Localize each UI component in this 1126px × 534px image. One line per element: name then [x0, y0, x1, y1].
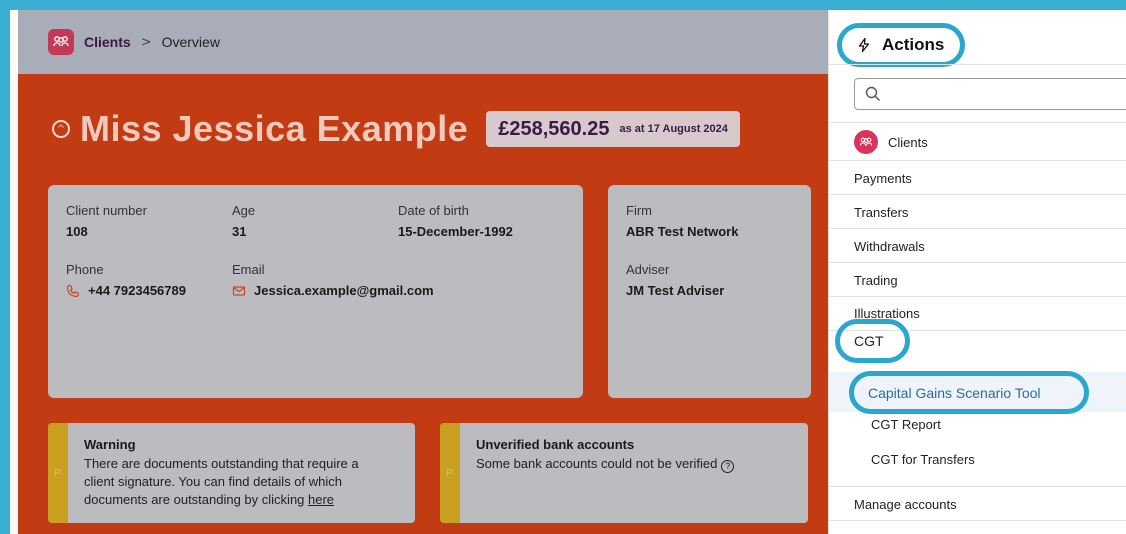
divider [829, 228, 1126, 229]
dob-field: Date of birth 15-December-1992 [398, 203, 513, 239]
adviser-label: Adviser [626, 262, 670, 277]
warning-here-link[interactable]: here [308, 492, 334, 507]
portfolio-value: £258,560.25 [498, 117, 610, 140]
breadcrumb-clients-link[interactable]: Clients [84, 34, 131, 50]
warning-line-3: documents are outstanding by clicking [84, 492, 309, 507]
age-value: 31 [232, 224, 247, 239]
client-number-label: Client number [66, 203, 147, 218]
help-icon[interactable]: ? [721, 460, 735, 473]
lightning-icon [858, 37, 870, 53]
client-header: ^ Miss Jessica Example £258,560.25 as at… [52, 108, 740, 150]
email-field: Email Jessica.example@gmail.com [232, 262, 434, 298]
menu-item-trading[interactable]: Trading [854, 273, 898, 288]
divider [829, 160, 1126, 161]
bank-alert-text: Some bank accounts could not be verified [476, 456, 718, 471]
menu-item-manage-accounts[interactable]: Manage accounts [854, 497, 957, 512]
menu-item-withdrawals[interactable]: Withdrawals [854, 239, 925, 254]
email-value-row: Jessica.example@gmail.com [232, 283, 434, 298]
divider [829, 122, 1126, 123]
client-overview-main: Clients > Overview ^ Miss Jessica Exampl… [18, 10, 828, 534]
actions-title: Actions [882, 35, 945, 54]
client-name: Miss Jessica Example [80, 108, 469, 149]
warning-title: Warning [84, 437, 136, 452]
clients-icon [854, 130, 878, 154]
divider [829, 262, 1126, 263]
flag-icon: ⚐ [53, 467, 63, 479]
client-number-value: 108 [66, 224, 88, 239]
phone-field: Phone +44 7923456789 [66, 262, 186, 298]
menu-item-payments[interactable]: Payments [854, 171, 912, 186]
actions-search[interactable] [854, 78, 1126, 110]
search-input[interactable] [889, 80, 1119, 108]
portfolio-value-date: as at 17 August 2024 [619, 123, 728, 135]
search-icon [865, 86, 880, 101]
portfolio-value-badge: £258,560.25 as at 17 August 2024 [486, 111, 740, 147]
breadcrumb-current-page: Overview [161, 34, 220, 50]
actions-clients-item[interactable]: Clients [854, 130, 928, 154]
actions-clients-label: Clients [888, 134, 928, 150]
divider [829, 64, 1126, 65]
menu-item-cgt-report[interactable]: CGT Report [871, 417, 941, 432]
divider [829, 520, 1126, 521]
warning-alert: ⚐ Warning There are documents outstandin… [48, 423, 415, 523]
actions-header: Actions [837, 23, 965, 67]
menu-item-capital-gains-scenario-tool[interactable]: Capital Gains Scenario Tool [849, 371, 1089, 414]
email-label: Email [232, 262, 265, 277]
breadcrumb-separator: > [140, 34, 152, 50]
warning-line-2: client signature. You can find details o… [84, 474, 343, 489]
warning-line-1: There are documents outstanding that req… [84, 456, 359, 471]
warning-stripe: ⚐ [48, 423, 68, 523]
firm-card: Firm ABR Test Network Adviser JM Test Ad… [608, 185, 811, 398]
adviser-field: Adviser JM Test Adviser [626, 262, 724, 298]
dob-value: 15-December-1992 [398, 224, 513, 239]
client-details-card: Client number 108 Age 31 Date of birth 1… [48, 185, 583, 398]
phone-label: Phone [66, 262, 104, 277]
clients-icon[interactable] [48, 29, 74, 55]
unverified-bank-alert: ⚐ Unverified bank accounts Some bank acc… [440, 423, 808, 523]
frame-top-border [0, 0, 1126, 10]
firm-field: Firm ABR Test Network [626, 203, 738, 239]
bank-alert-title: Unverified bank accounts [476, 437, 635, 452]
firm-value: ABR Test Network [626, 224, 739, 239]
email-icon [232, 285, 246, 296]
divider [829, 486, 1126, 487]
age-label: Age [232, 203, 256, 218]
firm-label: Firm [626, 203, 652, 218]
divider [829, 194, 1126, 195]
adviser-value: JM Test Adviser [626, 283, 725, 298]
divider [829, 296, 1126, 297]
flag-icon: ⚐ [445, 467, 455, 479]
phone-value[interactable]: +44 7923456789 [88, 283, 186, 298]
warning-body: There are documents outstanding that req… [84, 455, 359, 509]
bank-alert-body: Some bank accounts could not be verified… [476, 455, 735, 473]
phone-value-row: +44 7923456789 [66, 283, 186, 298]
phone-icon [66, 284, 80, 297]
client-number-field: Client number 108 [66, 203, 147, 239]
warning-line-3-row: documents are outstanding by clicking he… [84, 491, 359, 509]
frame-left-border [0, 0, 10, 534]
menu-item-transfers[interactable]: Transfers [854, 205, 908, 220]
age-field: Age 31 [232, 203, 255, 239]
menu-item-cgt-for-transfers[interactable]: CGT for Transfers [871, 452, 975, 467]
bank-alert-stripe: ⚐ [440, 423, 460, 523]
breadcrumb: Clients > Overview [18, 10, 828, 74]
dob-label: Date of birth [398, 203, 469, 218]
collapse-icon[interactable]: ^ [52, 120, 70, 138]
menu-item-cgt[interactable]: CGT [835, 319, 910, 363]
email-value[interactable]: Jessica.example@gmail.com [254, 283, 434, 298]
actions-panel: Actions Clients Payments Transfers Withd… [828, 10, 1126, 534]
